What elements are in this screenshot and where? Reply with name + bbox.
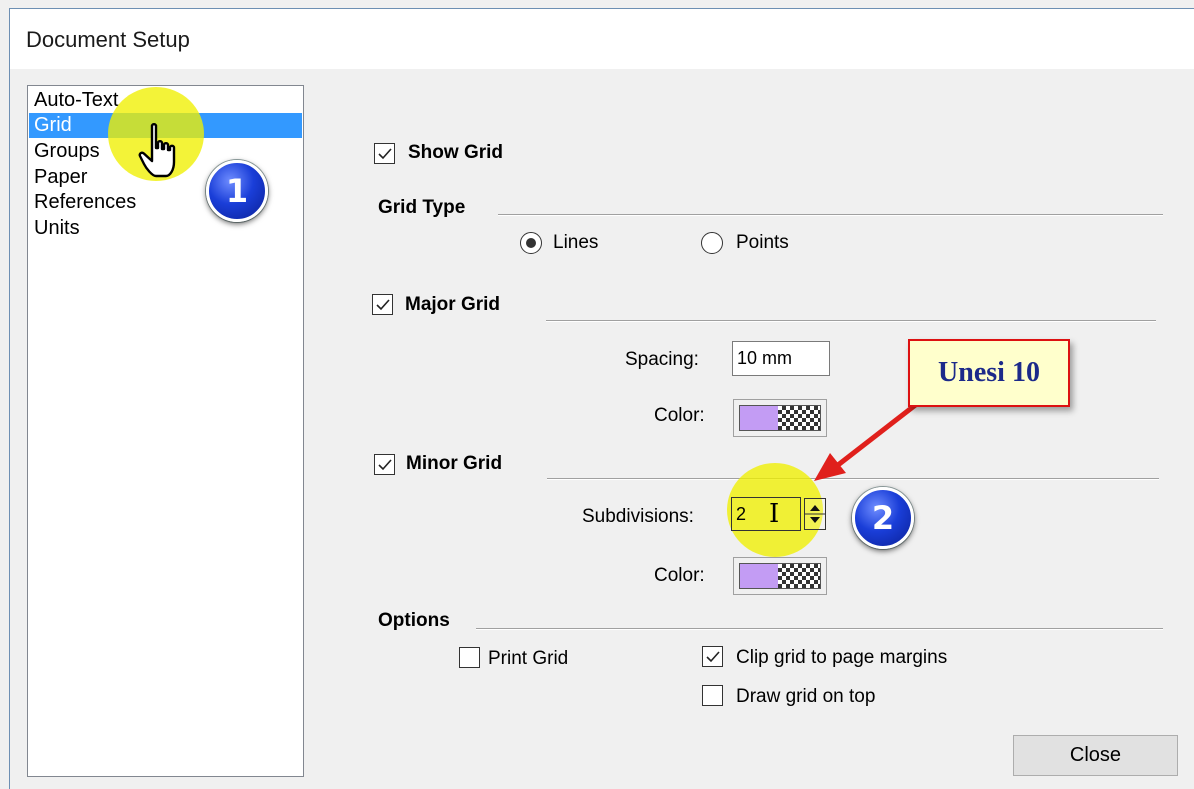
points-label: Points: [736, 232, 789, 253]
points-radio[interactable]: [701, 232, 723, 254]
arrow-icon: [814, 400, 921, 481]
minor-grid-checkbox[interactable]: [374, 454, 395, 475]
checkmark-icon: [378, 148, 392, 160]
grid-type-heading: Grid Type: [378, 197, 466, 218]
draw-on-top-checkbox[interactable]: [702, 685, 723, 706]
close-button[interactable]: Close: [1013, 735, 1178, 776]
callout-text: Unesi 10: [938, 357, 1040, 388]
draw-on-top-label: Draw grid on top: [736, 686, 876, 707]
instruction-callout: Unesi 10: [908, 339, 1070, 407]
subdivisions-label: Subdivisions:: [582, 506, 694, 527]
sidebar-item-units[interactable]: Units: [29, 216, 302, 241]
title-bar: Document Setup: [10, 9, 1194, 69]
divider: [498, 214, 1163, 216]
step-1-badge: 1: [206, 160, 268, 222]
checkmark-icon: [706, 651, 720, 663]
minor-color-label: Color:: [654, 565, 705, 586]
window-title: Document Setup: [26, 27, 190, 52]
lines-radio[interactable]: [520, 232, 542, 254]
clip-grid-checkbox[interactable]: [702, 646, 723, 667]
hand-pointer-icon: [138, 123, 176, 178]
checkmark-icon: [378, 459, 392, 471]
spacing-input[interactable]: 10 mm: [732, 341, 830, 376]
divider: [546, 320, 1156, 322]
minor-color-picker[interactable]: [733, 557, 827, 595]
text-cursor-icon: I: [769, 499, 780, 529]
print-grid-checkbox[interactable]: [459, 647, 480, 668]
subdivisions-input[interactable]: 2: [731, 497, 801, 531]
options-heading: Options: [378, 610, 450, 631]
checkmark-icon: [376, 299, 390, 311]
minor-grid-label: Minor Grid: [406, 453, 503, 474]
spin-arrows-icon: [805, 505, 825, 523]
show-grid-checkbox[interactable]: [374, 143, 395, 164]
subdivisions-spinner[interactable]: [804, 498, 826, 530]
major-grid-checkbox[interactable]: [372, 294, 393, 315]
show-grid-label: Show Grid: [408, 142, 503, 163]
major-color-label: Color:: [654, 405, 705, 426]
divider: [476, 628, 1163, 630]
major-grid-label: Major Grid: [405, 294, 501, 315]
print-grid-label: Print Grid: [488, 648, 569, 669]
step-2-badge: 2: [852, 487, 914, 549]
clip-grid-label: Clip grid to page margins: [736, 647, 948, 668]
lines-label: Lines: [553, 232, 599, 253]
spacing-label: Spacing:: [625, 349, 699, 370]
